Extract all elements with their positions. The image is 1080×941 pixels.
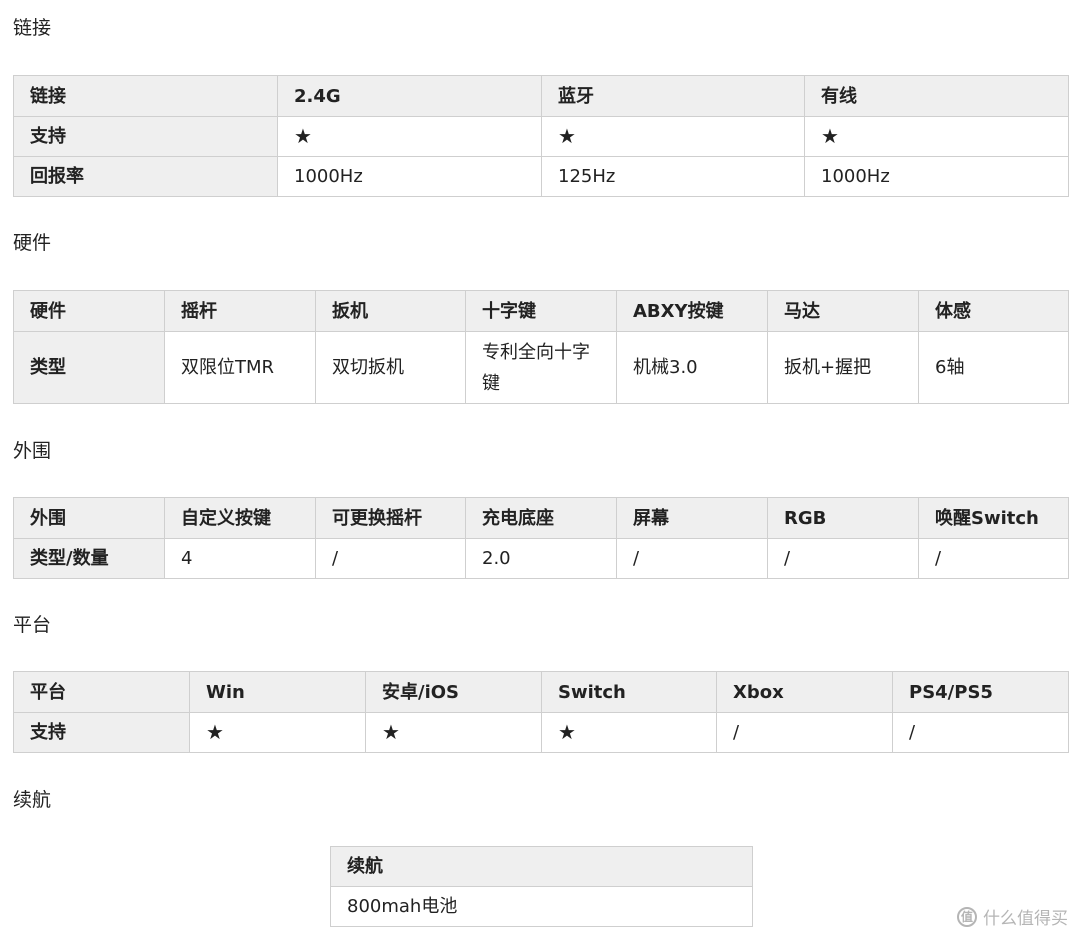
section-title-platform: 平台: [13, 614, 52, 636]
header-cell: 十字键: [465, 290, 617, 332]
header-cell: 蓝牙: [541, 75, 805, 117]
table-cell: /: [918, 538, 1069, 579]
header-cell: 摇杆: [164, 290, 316, 332]
section-title-battery: 续航: [13, 789, 52, 811]
header-cell: 自定义按键: [164, 497, 316, 539]
table-cell: /: [767, 538, 919, 579]
table-cell: 机械3.0: [616, 331, 768, 404]
table-row: 类型 双限位TMR 双切扳机 专利全向十字键 机械3.0 扳机+握把 6轴: [13, 331, 1069, 404]
row-label: 支持: [13, 712, 190, 753]
star-icon: ★: [189, 712, 366, 753]
header-cell: 马达: [767, 290, 919, 332]
table-header-row: 续航: [330, 846, 753, 887]
header-cell: 链接: [13, 75, 278, 117]
table-cell: 2.0: [465, 538, 617, 579]
table-cell: /: [315, 538, 466, 579]
header-cell: 有线: [804, 75, 1069, 117]
table-cell: 800mah电池: [330, 886, 753, 927]
watermark: 值 什么值得买: [957, 904, 1068, 929]
table-cell: /: [892, 712, 1069, 753]
table-header-row: 链接 2.4G 蓝牙 有线: [13, 75, 1069, 117]
header-cell: 2.4G: [277, 75, 542, 117]
star-icon: ★: [365, 712, 542, 753]
header-cell: RGB: [767, 497, 919, 539]
header-cell: 屏幕: [616, 497, 768, 539]
header-cell: Xbox: [716, 671, 893, 713]
header-cell: 硬件: [13, 290, 165, 332]
platform-table: 平台 Win 安卓/iOS Switch Xbox PS4/PS5 支持 ★ ★…: [13, 671, 1069, 753]
watermark-text: 什么值得买: [983, 909, 1068, 929]
table-row: 800mah电池: [330, 886, 753, 927]
watermark-logo-icon: 值: [957, 906, 977, 927]
table-header-row: 硬件 摇杆 扳机 十字键 ABXY按键 马达 体感: [13, 290, 1069, 332]
table-cell: 扳机+握把: [767, 331, 919, 404]
table-row: 支持 ★ ★ ★: [13, 116, 1069, 157]
header-cell: 体感: [918, 290, 1069, 332]
hardware-table: 硬件 摇杆 扳机 十字键 ABXY按键 马达 体感 类型 双限位TMR 双切扳机…: [13, 290, 1069, 404]
header-cell: 扳机: [315, 290, 466, 332]
table-cell: 专利全向十字键: [465, 331, 617, 404]
header-cell: 安卓/iOS: [365, 671, 542, 713]
table-cell: 双切扳机: [315, 331, 466, 404]
row-label: 类型/数量: [13, 538, 165, 579]
table-cell: /: [716, 712, 893, 753]
star-icon: ★: [541, 116, 805, 157]
table-row: 类型/数量 4 / 2.0 / / /: [13, 538, 1069, 579]
table-cell: 6轴: [918, 331, 1069, 404]
table-header-row: 平台 Win 安卓/iOS Switch Xbox PS4/PS5: [13, 671, 1069, 713]
table-cell: 1000Hz: [804, 156, 1069, 197]
table-cell: /: [616, 538, 768, 579]
header-cell: 平台: [13, 671, 190, 713]
table-cell: 双限位TMR: [164, 331, 316, 404]
row-label: 回报率: [13, 156, 278, 197]
row-label: 支持: [13, 116, 278, 157]
header-cell: 可更换摇杆: [315, 497, 466, 539]
header-cell: 充电底座: [465, 497, 617, 539]
star-icon: ★: [804, 116, 1069, 157]
header-cell: Win: [189, 671, 366, 713]
peripheral-table: 外围 自定义按键 可更换摇杆 充电底座 屏幕 RGB 唤醒Switch 类型/数…: [13, 497, 1069, 579]
table-header-row: 外围 自定义按键 可更换摇杆 充电底座 屏幕 RGB 唤醒Switch: [13, 497, 1069, 539]
table-row: 支持 ★ ★ ★ / /: [13, 712, 1069, 753]
header-cell: 唤醒Switch: [918, 497, 1069, 539]
row-label: 类型: [13, 331, 165, 404]
header-cell: Switch: [541, 671, 717, 713]
table-row: 回报率 1000Hz 125Hz 1000Hz: [13, 156, 1069, 197]
section-title-link: 链接: [13, 17, 52, 39]
header-cell: PS4/PS5: [892, 671, 1069, 713]
section-title-hardware: 硬件: [13, 232, 52, 254]
star-icon: ★: [277, 116, 542, 157]
link-table: 链接 2.4G 蓝牙 有线 支持 ★ ★ ★ 回报率 1000Hz 125Hz …: [13, 75, 1069, 197]
star-icon: ★: [541, 712, 717, 753]
header-cell: 外围: [13, 497, 165, 539]
battery-table: 续航 800mah电池: [330, 846, 753, 927]
table-cell: 4: [164, 538, 316, 579]
header-cell: 续航: [330, 846, 753, 887]
section-title-peripheral: 外围: [13, 440, 52, 462]
table-cell: 125Hz: [541, 156, 805, 197]
table-cell: 1000Hz: [277, 156, 542, 197]
header-cell: ABXY按键: [616, 290, 768, 332]
